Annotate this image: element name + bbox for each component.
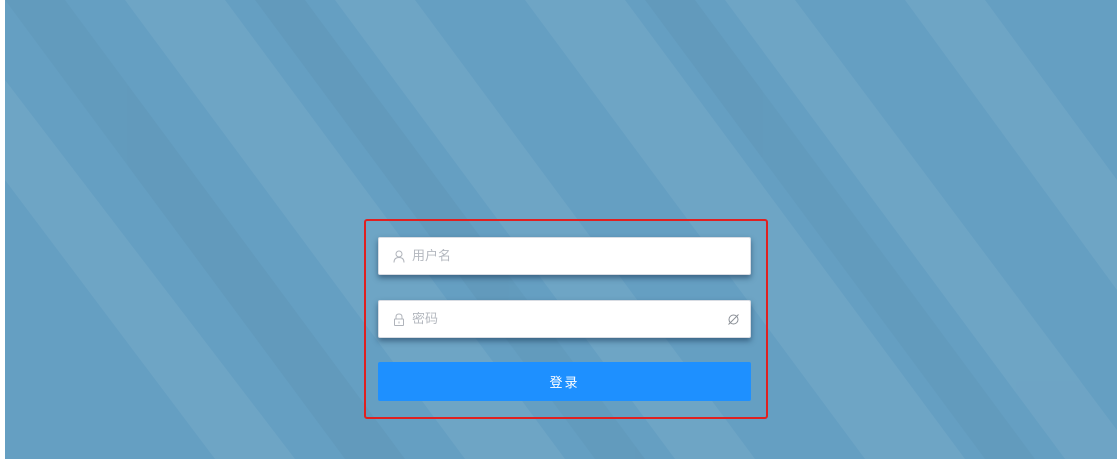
login-button[interactable]: 登录 <box>378 362 751 401</box>
password-field[interactable] <box>378 300 751 338</box>
login-page: 登录 <box>5 0 1117 459</box>
eye-off-icon[interactable] <box>724 313 742 326</box>
username-field[interactable] <box>378 237 751 275</box>
password-input[interactable] <box>410 311 724 327</box>
username-input[interactable] <box>410 248 750 264</box>
user-icon <box>388 250 410 263</box>
lock-icon <box>388 312 410 326</box>
